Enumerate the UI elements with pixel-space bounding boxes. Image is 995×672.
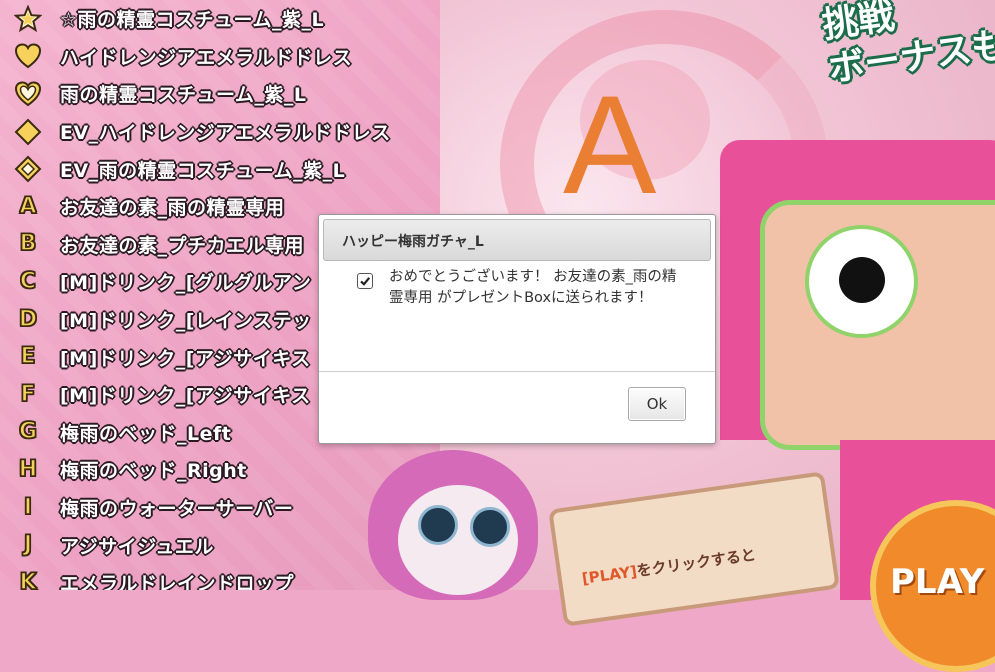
prize-name: EV_雨の精霊コスチューム_紫_L	[60, 159, 346, 182]
rank-letter: H	[18, 456, 38, 483]
rank-letter: I	[23, 494, 33, 521]
diamond-filled-icon	[14, 118, 42, 146]
prize-name: 梅雨のベッド_Right	[60, 460, 247, 483]
dialog-title: ハッピー梅雨ガチャ_L	[342, 234, 484, 250]
pink-frog-character	[368, 440, 548, 600]
frog-eye-icon	[470, 507, 510, 547]
sign-play-highlight: [PLAY]	[580, 562, 639, 588]
prize-row: EV_ハイドレンジアエメラルドドレス	[0, 113, 391, 151]
rank-letter: K	[19, 569, 38, 590]
rank-badge-icon: F	[14, 381, 42, 409]
rank-letter: G	[18, 419, 38, 446]
rank-badge-icon: J	[14, 531, 42, 559]
prize-name: [M]ドリンク_[レインステッ	[60, 310, 312, 333]
prize-name: アジサイジュエル	[60, 535, 214, 558]
rank-badge-icon: D	[14, 306, 42, 334]
prize-name: お友達の素_雨の精霊専用	[60, 197, 285, 220]
prize-row: J アジサイジュエル	[0, 526, 391, 564]
dialog-titlebar: ハッピー梅雨ガチャ_L	[323, 219, 711, 261]
prize-row: I 梅雨のウォーターサーバー	[0, 489, 391, 527]
rank-badge-icon: K	[14, 569, 42, 590]
rank-badge-icon: C	[14, 268, 42, 296]
rank-letter: A	[19, 193, 38, 220]
machine-monster-face	[760, 200, 995, 450]
rank-letter: C	[19, 268, 37, 295]
star-outline-icon	[14, 4, 42, 33]
prize-name: [M]ドリンク_[アジサイキス	[60, 385, 311, 408]
prize-name: [M]ドリンク_[アジサイキス	[60, 347, 311, 370]
prize-name: 雨の精霊コスチューム_紫_L	[60, 84, 307, 107]
prize-row: 雨の精霊コスチューム_紫_L	[0, 75, 391, 113]
rank-badge-icon: H	[14, 456, 42, 484]
frog-eye-icon	[418, 505, 458, 545]
dialog-divider	[319, 371, 715, 372]
heart-outline-icon	[14, 80, 42, 108]
rank-badge-icon: E	[14, 343, 42, 371]
prize-name: 梅雨のベッド_Left	[60, 422, 232, 445]
prize-name: ☆雨の精霊コスチューム_紫_L	[60, 9, 325, 32]
prize-row: ハイドレンジアエメラルドドレス	[0, 38, 391, 76]
prize-name: ハイドレンジアエメラルドドレス	[60, 46, 353, 69]
heart-filled-icon	[14, 42, 42, 70]
monster-eye-icon	[805, 225, 918, 338]
play-button-label: PLAY	[890, 562, 985, 602]
rank-letter: B	[19, 231, 37, 258]
rank-badge-icon: I	[14, 494, 42, 522]
rank-badge-icon: B	[14, 230, 42, 258]
rank-letter: J	[23, 531, 33, 558]
sign-instruction: をクリックすると	[635, 545, 757, 581]
prize-name: 梅雨のウォーターサーバー	[60, 498, 294, 521]
prize-name: [M]ドリンク_[グルグルアン	[60, 272, 312, 295]
rank-badge-icon: G	[14, 418, 42, 446]
gacha-result-dialog: ハッピー梅雨ガチャ_L おめでとうございます！ お友達の素_雨の精霊専用 がプレ…	[318, 214, 716, 444]
dialog-message: おめでとうございます！ お友達の素_雨の精霊専用 がプレゼントBoxに送られます…	[389, 269, 677, 306]
prize-name: エメラルドレインドロップ	[60, 573, 295, 590]
rank-letter: D	[18, 306, 38, 333]
prize-name: EV_ハイドレンジアエメラルドドレス	[60, 122, 391, 145]
prize-name: お友達の素_プチカエル専用	[60, 234, 305, 257]
checkmark-icon	[357, 273, 373, 289]
rank-letter: F	[20, 381, 37, 408]
rank-letter: E	[20, 343, 37, 370]
ok-button[interactable]: Ok	[628, 387, 686, 421]
rank-badge-icon: A	[14, 193, 42, 221]
prize-row: K エメラルドレインドロップ	[0, 564, 391, 590]
bonus-banner: 挑戦 ボーナスも	[820, 0, 995, 92]
prize-row: ☆雨の精霊コスチューム_紫_L	[0, 0, 391, 38]
sign-text: [PLAY]をクリックすると	[581, 544, 758, 589]
prize-row: H 梅雨のベッド_Right	[0, 451, 391, 489]
result-rank-letter: A	[563, 66, 657, 223]
prize-row: EV_雨の精霊コスチューム_紫_L	[0, 150, 391, 188]
diamond-outline-icon	[14, 155, 42, 183]
